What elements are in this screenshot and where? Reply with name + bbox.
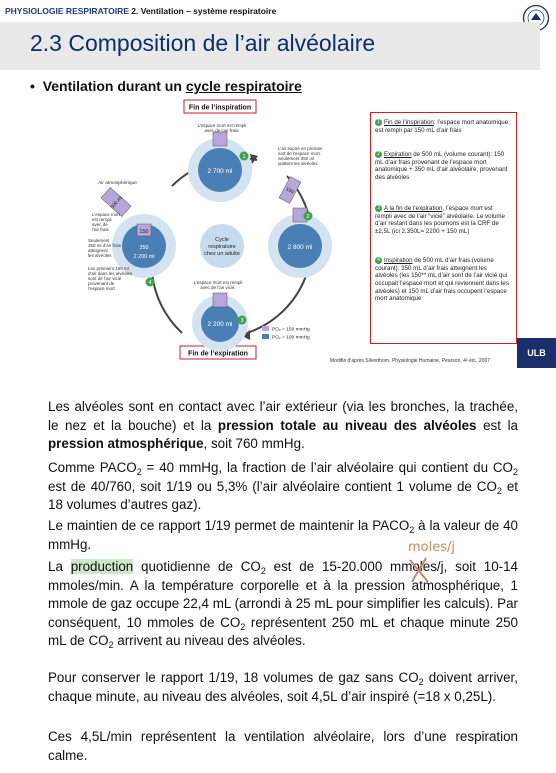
breadcrumb: PHYSIOLOGIE RESPIRATOIRE 2. Ventilation … [5, 6, 277, 16]
vol-right: 2 800 ml [288, 244, 313, 251]
note-tr-4: quittent les alvéoles. [278, 161, 319, 166]
paragraph-6: Ces 4,5L/min représentent la ventilation… [48, 729, 518, 763]
step-3: 3 [240, 318, 243, 324]
center-l1: Cycle [215, 237, 229, 243]
slide-title: 2.3 Composition de l’air alvéolaire [30, 30, 376, 56]
legend-po2-low: PO₂ = 100 mmHg [272, 335, 310, 341]
info-item-2: 2 Expiration de 500 mL (volume courant): … [375, 151, 508, 181]
note-left-13: l’espace mort. [88, 286, 116, 291]
note-bottom-2: avec de l’air vicié. [200, 285, 236, 290]
label-fin-expiration: Fin de l’expiration [188, 351, 248, 358]
paragraph-5: Pour conserver le rapport 1/19, 18 volum… [48, 670, 519, 704]
info-item-1: 1 Fin de l’inspiration: l’espace mort ana… [375, 119, 509, 134]
info-box: 1 Fin de l’inspiration: l’espace mort ana… [370, 112, 517, 344]
info-item-4: 4 Inspiration de 500 mL d’air frais (volu… [375, 257, 509, 303]
label-fin-inspiration: Fin de l’inspiration [189, 105, 251, 112]
slide-bullet: • Ventilation durant un cycle respiratoi… [30, 78, 302, 94]
slide: PHYSIOLOGIE RESPIRATOIRE 2. Ventilation … [0, 0, 556, 368]
vol-left: 2 200 ml [133, 254, 154, 260]
center-l2: respiratoire [208, 244, 236, 250]
vol-top: 2 700 ml [208, 168, 233, 175]
respiratory-cycle-diagram: Fin de l’inspiration Fin de l’expiration… [88, 99, 332, 360]
center-l3: chez un adulte [204, 251, 240, 257]
paragraph-1: Les alvéoles sont en contact avec l’air … [48, 399, 519, 451]
highlight-production: production [70, 559, 134, 574]
vol-bottom: 2 200 ml [208, 321, 233, 328]
note-top-2: avec de l’air frais. [204, 128, 239, 133]
step-4: 4 [148, 280, 151, 286]
info-item-3: 3A la fin de l’expiration, l’espace mort… [375, 205, 505, 235]
slide-credit: Modifié d’après Silverthorn, Physiologie… [330, 358, 491, 364]
note-left-8: les alvéoles [88, 253, 112, 258]
note-air-atmo: Air atmosphérique [98, 180, 137, 186]
paragraph-4: La production quotidienne de CO2 est de … [48, 559, 519, 650]
note-left-4: l’air frais [92, 227, 110, 232]
step-1: 1 [242, 154, 245, 160]
handwritten-cross-mark [409, 557, 429, 583]
paragraph-2: Comme PACO2 = 40 mmHg, la fraction de l’… [48, 460, 518, 512]
legend-po2-high: PO₂ = 150 mmHg [272, 327, 310, 333]
vol-150-left: 150 [139, 229, 148, 235]
ulb-badge: ULB [517, 338, 556, 368]
step-2: 2 [306, 214, 309, 220]
vol-350: 350 [139, 245, 148, 251]
